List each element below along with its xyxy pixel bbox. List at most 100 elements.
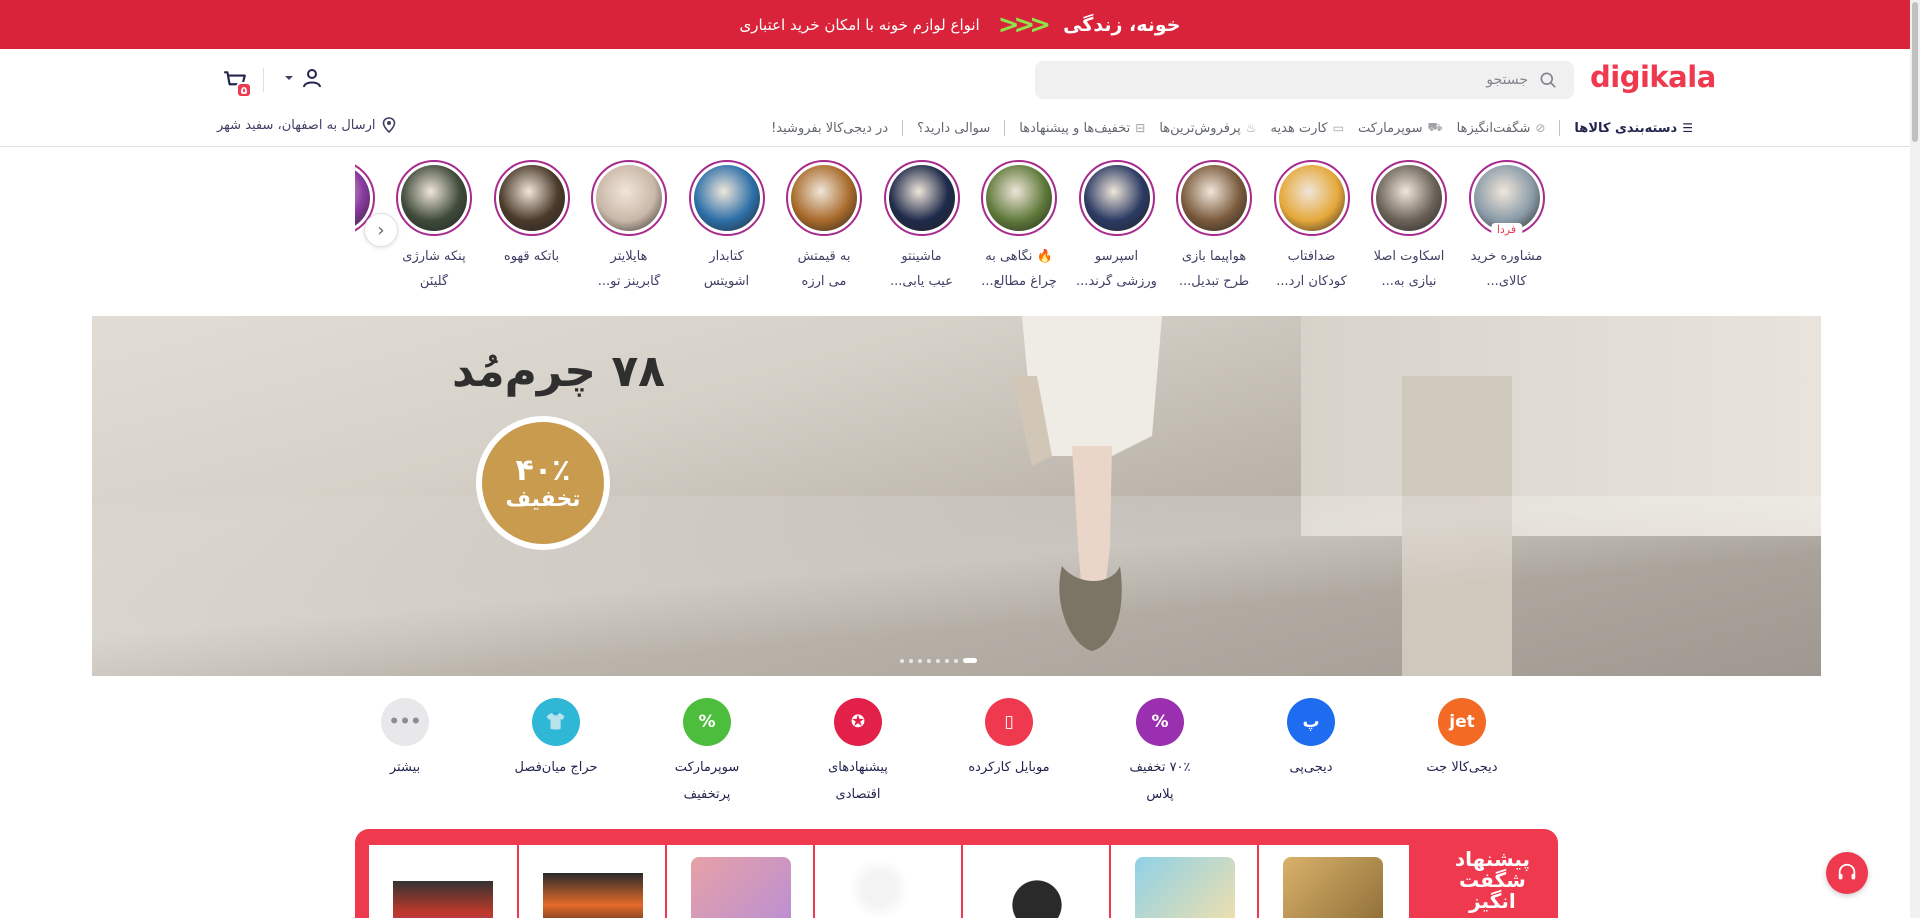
more-icon: •••: [381, 698, 429, 746]
product-card[interactable]: [961, 845, 1109, 918]
story-item[interactable]: اسپرسو ورزشی گرند...: [1068, 160, 1165, 289]
nav-item-faq[interactable]: سوالی دارید؟: [917, 121, 990, 136]
nav-separator: [1559, 120, 1561, 136]
story-subtitle: کودکان آرد...: [1276, 274, 1347, 289]
story-item[interactable]: هایلایتر گابرینز تو...: [581, 160, 678, 289]
story-title: مشاوره خرید: [1470, 249, 1543, 264]
story-item[interactable]: هواپیما بازی طرح تبدیل...: [1166, 160, 1263, 289]
service-plus[interactable]: % ۷۰٪ تخفیف پلاس: [1085, 698, 1235, 802]
story-title: ص: [355, 249, 385, 264]
service-label: موبایل کارکرده: [968, 760, 1050, 775]
header-divider-line: [0, 146, 1910, 147]
quick-services: jet دیجی‌کالا جت پ دیجی‌پی% ۷۰٪ تخفیف پلاس ▯ مو…: [381, 698, 1537, 808]
story-image: [888, 165, 955, 231]
menu-icon: ☰: [1682, 121, 1693, 135]
support-chat-button[interactable]: [1826, 852, 1868, 894]
service-shop[interactable]: ✪ پیشنهادهای اقتصادی: [783, 698, 933, 802]
product-image-speaker: [543, 857, 643, 918]
carousel-dot[interactable]: [945, 658, 949, 663]
story-image: [986, 165, 1052, 231]
nav-item-discounts[interactable]: ⊟ تخفیف‌ها و پیشنهادها: [1019, 121, 1145, 136]
product-card[interactable]: [369, 845, 517, 918]
fire-icon: ♨: [1245, 121, 1257, 135]
service-pay[interactable]: پ دیجی‌پی: [1236, 698, 1386, 787]
promo-subtitle: انواع لوازم خونه با امکان خرید اعتباری: [739, 15, 980, 34]
story-image: [1278, 165, 1345, 231]
site-logo[interactable]: digikala: [1590, 60, 1716, 94]
story-item[interactable]: فردا مشاوره خرید کالای...: [1458, 160, 1555, 289]
service-cart[interactable]: % سوپرمارکت پرتخفیف: [632, 698, 782, 802]
hero-banner[interactable]: ۷۸ چرم‌مُد ۴۰٪ تخفیف: [92, 316, 1821, 676]
hero-model-image: [1012, 316, 1162, 651]
nav-item-gift-card[interactable]: ▭ کارت هدیه: [1271, 121, 1344, 136]
nav-item-amazing[interactable]: ⊘ شگفت‌انگیزها: [1457, 121, 1546, 136]
story-title: اسپرسو: [1094, 249, 1139, 264]
story-avatar: [1078, 160, 1155, 236]
story-item[interactable]: ماشینتو عیب یابی...: [873, 160, 970, 289]
carousel-dot[interactable]: [954, 658, 958, 663]
basket-icon: ⛟: [1427, 120, 1443, 134]
story-avatar: [1371, 160, 1447, 236]
story-subtitle: گابرینز تو...: [597, 274, 661, 289]
shop-icon: ✪: [834, 698, 882, 746]
search-input[interactable]: [1068, 72, 1528, 88]
product-card[interactable]: [665, 845, 813, 918]
carousel-dot-active[interactable]: [963, 658, 977, 663]
product-card[interactable]: [517, 845, 665, 918]
nav-item-supermarket[interactable]: ⛟ سوپرمارکت: [1358, 120, 1443, 136]
story-item[interactable]: کتابدار آشویتس: [678, 160, 775, 289]
service-label: دیجی‌پی: [1289, 760, 1333, 775]
service-jet[interactable]: jet دیجی‌کالا جت: [1387, 698, 1537, 787]
service-more[interactable]: ••• بیشتر: [330, 698, 480, 787]
story-image: [1473, 165, 1540, 231]
story-item[interactable]: به قیمتش می ارزه: [776, 160, 873, 289]
page-scrollbar[interactable]: [1910, 0, 1920, 918]
stories-carousel: فردا مشاوره خرید کالای... اسکاوت اصلا نیازی …: [355, 160, 1555, 302]
carousel-dot[interactable]: [909, 658, 913, 663]
story-item[interactable]: 🔥 نگاهی به چراغ مطالع...: [971, 160, 1068, 289]
story-item[interactable]: باتکه قهوه: [483, 160, 580, 274]
nav-item-sell[interactable]: در دیجی‌کالا بفروشید!: [771, 121, 888, 136]
story-item[interactable]: پنکه شارژی گلّینَن: [386, 160, 483, 289]
nav-separator: [1004, 120, 1006, 136]
carousel-dot[interactable]: [918, 658, 922, 663]
nav-item-label: کارت هدیه: [1270, 120, 1328, 136]
hero-discount-badge: ۴۰٪ تخفیف: [476, 416, 610, 550]
product-image-tablet: [691, 857, 791, 918]
cart-button[interactable]: ۵: [222, 68, 254, 98]
story-subtitle: نیازی به...: [1381, 274, 1437, 289]
story-subtitle: می ارزه: [801, 274, 847, 289]
carousel-dot[interactable]: [936, 658, 940, 663]
promo-banner[interactable]: خونه، زندگی <<< انواع لوازم خونه با امکا…: [0, 0, 1920, 49]
stories-next-button[interactable]: ›: [364, 213, 398, 247]
story-title: 🔥 نگاهی به: [985, 249, 1053, 264]
product-card[interactable]: [1257, 845, 1405, 918]
service-shirt[interactable]: 👕 حراج میان‌فصل: [481, 698, 631, 787]
story-item[interactable]: اسکاوت اصلا نیازی به...: [1361, 160, 1458, 289]
product-image-earphones: [839, 857, 939, 918]
nav-categories[interactable]: ☰ دسته‌بندی کالاها: [1574, 121, 1693, 136]
story-image: [1083, 165, 1150, 231]
location-pin-icon: [382, 117, 395, 133]
scrollbar-thumb[interactable]: [1912, 2, 1918, 142]
search-bar[interactable]: [1035, 61, 1574, 99]
amazing-offers-title[interactable]: پیشنهاد شگفت انگیز: [1455, 849, 1530, 912]
carousel-dot[interactable]: [900, 658, 904, 663]
promo-chevrons-icon: <<<: [997, 9, 1051, 40]
story-title: کتابدار: [709, 249, 744, 264]
delivery-location[interactable]: ارسال به اصفهان، سفید شهر: [217, 117, 396, 133]
carousel-dot[interactable]: [927, 658, 931, 663]
user-menu[interactable]: [284, 66, 324, 90]
story-image: [791, 165, 857, 231]
story-item[interactable]: ضدآفتاب کودکان آرد...: [1263, 160, 1360, 289]
product-card[interactable]: [1109, 845, 1257, 918]
product-card[interactable]: [813, 845, 961, 918]
story-avatar: [493, 160, 570, 236]
user-icon: [303, 69, 321, 88]
story-title: پنکه شارژی: [402, 249, 466, 264]
nav-item-label: شگفت‌انگیزها: [1456, 120, 1531, 136]
product-image-headphones: [987, 857, 1087, 918]
mobile-icon: ▯: [985, 698, 1033, 746]
nav-item-bestsellers[interactable]: ♨ پرفروش‌ترین‌ها: [1159, 121, 1256, 136]
service-mobile[interactable]: ▯ موبایل کارکرده: [934, 698, 1084, 787]
